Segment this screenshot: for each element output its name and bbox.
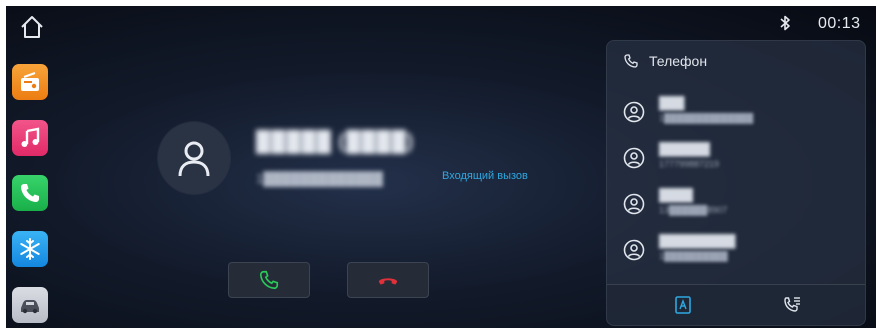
clock: 00:13 — [818, 15, 861, 32]
phone-hangup-icon — [378, 278, 398, 285]
decline-call-button[interactable] — [347, 262, 429, 298]
infotainment-screen: 00:13 █████ (████) 1█████████████ Входящ… — [6, 6, 876, 328]
contact-avatar-icon — [623, 239, 645, 261]
phone-panel-title: Телефон — [649, 53, 708, 69]
phone-icon — [21, 184, 39, 202]
app-dock — [6, 6, 58, 328]
contact-number: 177799887219 — [659, 159, 720, 169]
car-icon — [21, 300, 39, 314]
contact-avatar-icon — [623, 193, 645, 215]
contact-name: ████ — [659, 188, 694, 202]
radio-icon — [21, 72, 39, 91]
phone-app-button[interactable] — [12, 175, 48, 211]
music-app-button[interactable] — [12, 120, 48, 156]
phone-panel-footer — [607, 284, 865, 325]
call-status-label: Входящий вызов — [442, 170, 528, 182]
music-icon — [21, 127, 40, 147]
contact-name: █████████ — [659, 234, 736, 248]
contact-item[interactable]: ██████ 177799887219 — [623, 139, 853, 179]
phone-icon — [624, 54, 638, 68]
contact-avatar-icon — [623, 101, 645, 123]
caller-number: 1█████████████ — [256, 171, 383, 186]
phone-panel: Телефон ███ 1██████████████ ██████ 17779… — [606, 40, 866, 326]
snowflake-icon — [20, 238, 40, 260]
contact-number: 1██████████████ — [659, 113, 754, 123]
climate-app-button[interactable] — [12, 231, 48, 267]
phone-panel-header: Телефон — [623, 53, 707, 69]
contact-item[interactable]: ████ 13██████8907 — [623, 185, 853, 225]
contact-number: 1██████████ — [659, 251, 728, 261]
answer-call-button[interactable] — [228, 262, 310, 298]
contact-item[interactable]: █████████ 1██████████ — [623, 231, 853, 271]
radio-app-button[interactable] — [12, 64, 48, 100]
contact-name: ██████ — [659, 142, 711, 156]
home-icon[interactable] — [19, 14, 45, 40]
contact-number: 13██████8907 — [659, 205, 728, 215]
caller-avatar — [158, 122, 230, 194]
vehicle-app-button[interactable] — [12, 287, 48, 323]
bluetooth-icon — [780, 15, 790, 31]
person-icon — [178, 141, 210, 177]
phone-accept-icon — [259, 270, 279, 290]
contact-name: ███ — [659, 96, 685, 110]
contact-item[interactable]: ███ 1██████████████ — [623, 93, 853, 133]
contacts-tab-icon[interactable] — [673, 295, 693, 315]
caller-name: █████ (████) — [256, 131, 415, 153]
contact-avatar-icon — [623, 147, 645, 169]
recent-calls-tab-icon[interactable] — [782, 295, 802, 315]
